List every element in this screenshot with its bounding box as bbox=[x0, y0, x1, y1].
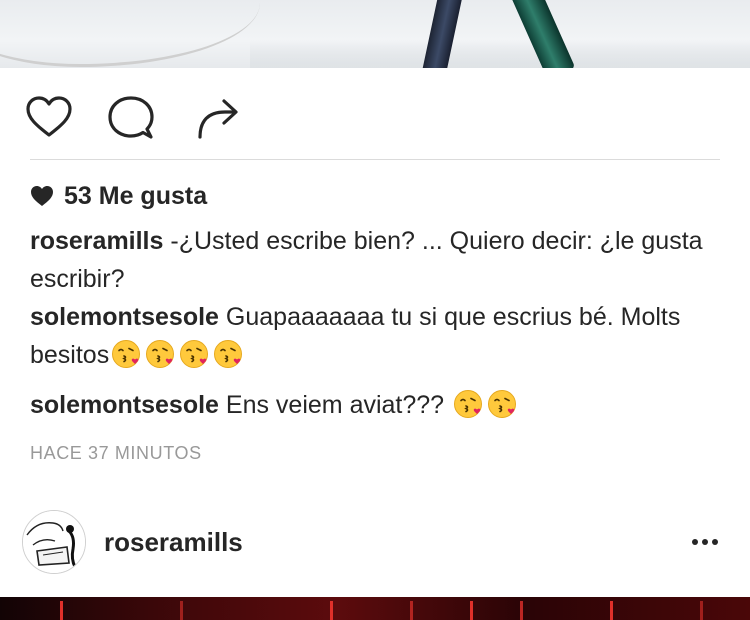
photo-highlight bbox=[60, 601, 63, 620]
comment-text: Ens veiem aviat??? bbox=[225, 391, 445, 419]
share-arrow-icon bbox=[198, 99, 238, 139]
post-author-username[interactable]: roseramills bbox=[104, 527, 243, 558]
face-throwing-kiss-icon bbox=[453, 389, 483, 419]
comment: solemontsesole Guapaaaaaaa tu si que esc… bbox=[30, 298, 720, 374]
next-post-photo[interactable] bbox=[0, 597, 750, 620]
caption-username[interactable]: roseramills bbox=[30, 227, 163, 255]
photo-highlight bbox=[610, 601, 613, 620]
photo-highlight bbox=[520, 601, 523, 620]
face-throwing-kiss-icon bbox=[111, 339, 141, 369]
paper-shadow bbox=[250, 40, 750, 68]
likes-count[interactable]: 53 Me gusta bbox=[30, 178, 207, 214]
share-button[interactable] bbox=[190, 92, 244, 144]
face-throwing-kiss-icon bbox=[145, 339, 175, 369]
heart-filled-icon bbox=[31, 186, 53, 206]
previous-post-photo[interactable] bbox=[0, 0, 750, 68]
face-throwing-kiss-icon bbox=[179, 339, 209, 369]
photo-highlight bbox=[470, 601, 473, 620]
avatar[interactable] bbox=[22, 510, 86, 574]
face-throwing-kiss-icon bbox=[213, 339, 243, 369]
face-throwing-kiss-icon bbox=[487, 389, 517, 419]
photo-highlight bbox=[330, 601, 333, 620]
action-divider bbox=[30, 159, 720, 160]
comment: solemontsesole Ens veiem aviat??? bbox=[30, 386, 720, 424]
post-header: roseramills bbox=[0, 505, 750, 587]
more-options-button[interactable] bbox=[688, 525, 722, 559]
speech-bubble-icon bbox=[108, 96, 154, 139]
heart-outline-icon bbox=[26, 96, 72, 137]
comment-username[interactable]: solemontsesole bbox=[30, 391, 219, 419]
like-button[interactable] bbox=[22, 92, 76, 144]
paper-edge bbox=[0, 0, 260, 67]
comment-username[interactable]: solemontsesole bbox=[30, 303, 219, 331]
likes-label: 53 Me gusta bbox=[64, 181, 208, 210]
photo-highlight bbox=[700, 601, 703, 620]
more-options-icon bbox=[692, 539, 718, 545]
caption: roseramills -¿Usted escribe bien? ... Qu… bbox=[30, 222, 720, 298]
photo-highlight bbox=[410, 601, 413, 620]
photo-highlight bbox=[180, 601, 183, 620]
comment-button[interactable] bbox=[104, 92, 158, 144]
post-timestamp: HACE 37 MINUTOS bbox=[30, 443, 202, 463]
